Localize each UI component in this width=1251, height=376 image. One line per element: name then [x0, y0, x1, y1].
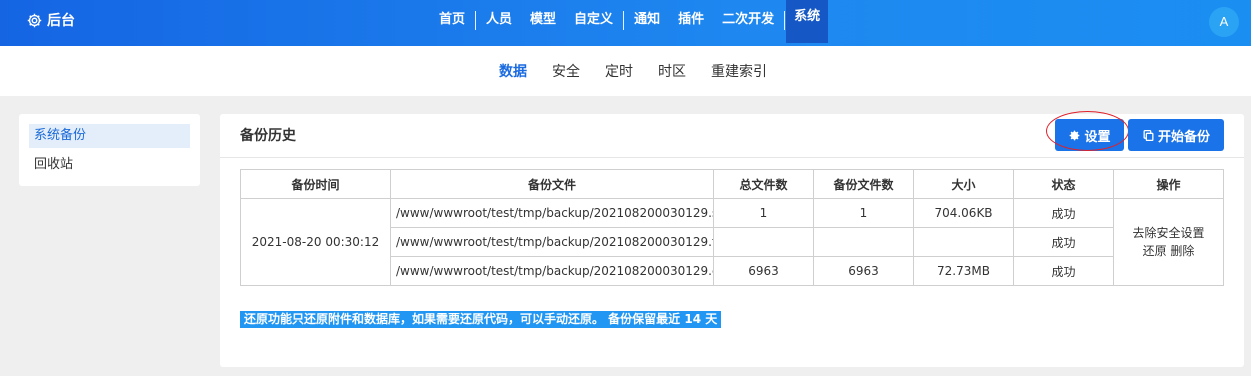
nav-system[interactable]: 系统	[786, 0, 829, 43]
panel-header: 备份历史 设置 开始备份	[220, 111, 1244, 158]
col-header-file: 备份文件	[390, 169, 714, 199]
backed-cell	[813, 227, 914, 257]
sidebar-item-recycle[interactable]: 回收站	[29, 153, 190, 177]
nav-dev[interactable]: 二次开发	[713, 0, 783, 40]
copy-icon	[1143, 129, 1154, 141]
tab-security[interactable]: 安全	[552, 61, 580, 81]
retention-notice: 还原功能只还原附件和数据库，如果需要还原代码，可以手动还原。 备份保留最近 14…	[240, 311, 722, 328]
avatar[interactable]: A	[1209, 7, 1239, 37]
top-bar: 后台 首页 人员 模型 自定义 通知 插件 二次开发 系统 A	[0, 0, 1251, 46]
size-cell	[913, 227, 1014, 257]
size-cell: 72.73MB	[913, 256, 1014, 286]
sidebar-item-backup[interactable]: 系统备份	[29, 124, 190, 148]
table-row: 2021-08-20 00:30:12 /www/wwwroot/test/tm…	[240, 198, 1224, 286]
nav-plugins[interactable]: 插件	[669, 0, 713, 40]
nav-divider	[475, 10, 477, 30]
start-backup-label: 开始备份	[1157, 129, 1210, 145]
ops-cell: 去除安全设置 还原 删除	[1113, 198, 1224, 286]
tab-data[interactable]: 数据	[499, 61, 527, 81]
status-cell: 成功	[1013, 256, 1114, 286]
table-header-row: 备份时间 备份文件 总文件数 备份文件数 大小 状态 操作	[240, 169, 1224, 199]
sidebar: 系统备份 回收站	[19, 114, 200, 186]
delete-link[interactable]: 删除	[1170, 244, 1194, 258]
backed-cell: 6963	[813, 256, 914, 286]
file-cell: /www/wwwroot/test/tmp/backup/20210820003…	[390, 256, 714, 286]
total-cell	[713, 227, 814, 257]
status-cell: 成功	[1013, 227, 1114, 257]
nav-notify[interactable]: 通知	[625, 0, 669, 40]
col-header-total: 总文件数	[713, 169, 814, 199]
brand[interactable]: 后台	[26, 0, 75, 40]
nav-divider	[623, 10, 625, 30]
col-header-backed: 备份文件数	[813, 169, 914, 199]
sub-nav: 数据 安全 定时 时区 重建索引	[0, 46, 1251, 96]
file-cell: /www/wwwroot/test/tmp/backup/20210820003…	[390, 227, 714, 257]
nav-model[interactable]: 模型	[521, 0, 565, 40]
remove-safe-link[interactable]: 去除安全设置	[1132, 226, 1204, 240]
sub-nav-tabs: 数据 安全 定时 时区 重建索引	[499, 46, 792, 96]
tab-reindex[interactable]: 重建索引	[711, 61, 767, 81]
nav-home[interactable]: 首页	[430, 0, 474, 40]
total-cell: 6963	[713, 256, 814, 286]
total-cell: 1	[713, 198, 814, 228]
size-cell: 704.06KB	[913, 198, 1014, 228]
nav-people[interactable]: 人员	[477, 0, 521, 40]
backup-time-cell: 2021-08-20 00:30:12	[240, 198, 391, 286]
tab-timezone[interactable]: 时区	[658, 61, 686, 81]
gear-icon	[27, 13, 42, 27]
brand-label: 后台	[47, 13, 75, 29]
nav-divider	[784, 10, 786, 30]
panel-title: 备份历史	[240, 128, 296, 144]
nav-custom[interactable]: 自定义	[565, 0, 622, 40]
restore-link[interactable]: 还原	[1143, 244, 1167, 258]
start-backup-button[interactable]: 开始备份	[1128, 119, 1224, 151]
backed-cell: 1	[813, 198, 914, 228]
highlight-ring	[1046, 111, 1129, 151]
col-header-size: 大小	[913, 169, 1014, 199]
col-header-time: 备份时间	[240, 169, 391, 199]
backup-history-table: 备份时间 备份文件 总文件数 备份文件数 大小 状态 操作 2021-08-20…	[240, 169, 1224, 286]
col-header-ops: 操作	[1113, 169, 1224, 199]
col-header-status: 状态	[1013, 169, 1114, 199]
status-cell: 成功	[1013, 198, 1114, 228]
file-cell: /www/wwwroot/test/tmp/backup/20210820003…	[390, 198, 714, 228]
backup-panel: 备份历史 设置 开始备份 备份时间 备份文件 总文件数 备份文件数 大小 状态 …	[220, 111, 1244, 367]
top-nav: 首页 人员 模型 自定义 通知 插件 二次开发 系统	[430, 0, 829, 43]
tab-schedule[interactable]: 定时	[605, 61, 633, 81]
